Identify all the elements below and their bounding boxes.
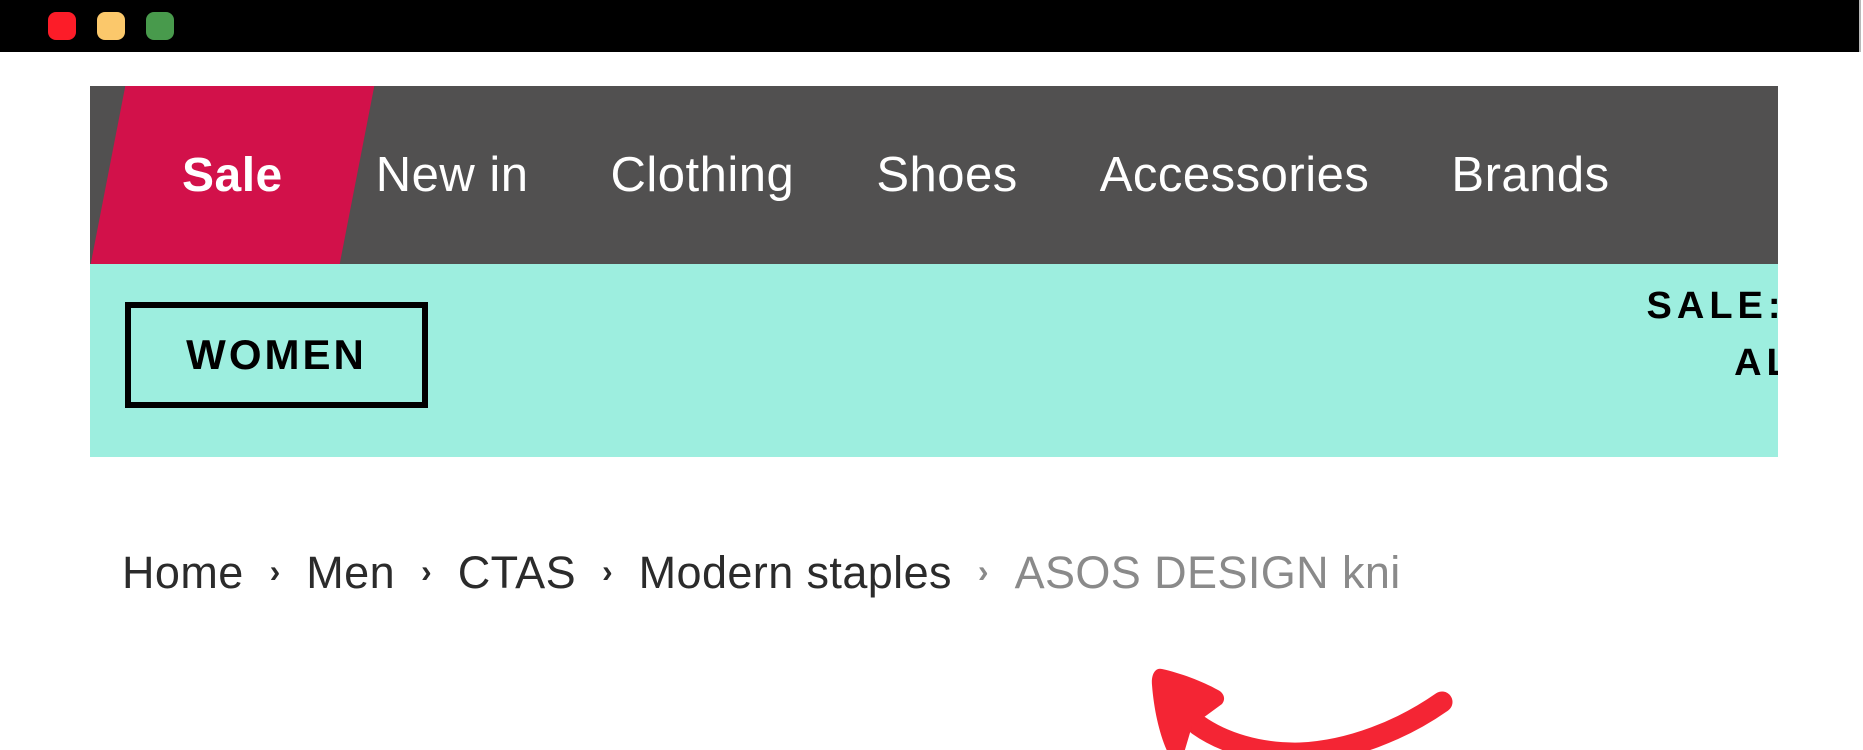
breadcrumb-item-ctas[interactable]: CTAS	[458, 547, 576, 599]
nav-item-label: Shoes	[876, 148, 1018, 202]
breadcrumb-separator-icon: ›	[421, 552, 432, 589]
promo-banner: WOMEN SALE: EXT ALREA Wit	[90, 264, 1778, 457]
nav-item-brands[interactable]: Brands	[1410, 86, 1650, 264]
nav-item-clothing[interactable]: Clothing	[570, 86, 836, 264]
breadcrumb-item-current-product: ASOS DESIGN kni	[1014, 547, 1401, 598]
zoom-button[interactable]	[146, 12, 174, 40]
nav-item-shoes[interactable]: Shoes	[835, 86, 1058, 264]
window-controls	[48, 12, 174, 40]
breadcrumb-separator-icon: ›	[269, 552, 281, 589]
nav-item-label: Sale	[182, 148, 283, 202]
page-viewport: Sale New in Clothing Shoes Accessories B…	[0, 52, 1863, 750]
nav-item-sale[interactable]: Sale	[130, 86, 335, 264]
breadcrumb-separator-icon: ›	[601, 552, 613, 589]
promo-line-3: Wit	[790, 394, 1778, 452]
promo-line-2: ALREA	[1734, 342, 1778, 384]
nav-item-label: Clothing	[610, 148, 795, 202]
promo-line-1: SALE: EXT	[1646, 285, 1778, 327]
minimize-button[interactable]	[97, 12, 125, 40]
breadcrumb-separator-icon: ›	[977, 552, 989, 589]
nav-item-label: Brands	[1451, 148, 1610, 202]
browser-titlebar	[0, 0, 1861, 52]
nav-item-accessories[interactable]: Accessories	[1059, 86, 1411, 264]
breadcrumb-item-modern-staples[interactable]: Modern staples	[639, 547, 952, 599]
gender-toggle-label: WOMEN	[186, 331, 367, 378]
nav-item-label: New in	[375, 148, 529, 202]
breadcrumb-item-men[interactable]: Men	[306, 547, 395, 599]
promo-message: SALE: EXT ALREA Wit	[790, 280, 1778, 452]
nav-item-list: Sale New in Clothing Shoes Accessories B…	[90, 86, 1651, 264]
browser-window: Sale New in Clothing Shoes Accessories B…	[0, 0, 1863, 750]
close-button[interactable]	[48, 12, 76, 40]
annotation-arrow-icon	[1151, 668, 1453, 750]
breadcrumb-item-home[interactable]: Home	[122, 547, 244, 599]
breadcrumb: Home › Men › CTAS › Modern staples › ASO…	[122, 547, 1401, 599]
site-navigation-bar: Sale New in Clothing Shoes Accessories B…	[90, 86, 1778, 264]
nav-item-new-in[interactable]: New in	[335, 86, 570, 264]
gender-toggle-women[interactable]: WOMEN	[125, 302, 428, 408]
nav-item-label: Accessories	[1099, 148, 1370, 202]
